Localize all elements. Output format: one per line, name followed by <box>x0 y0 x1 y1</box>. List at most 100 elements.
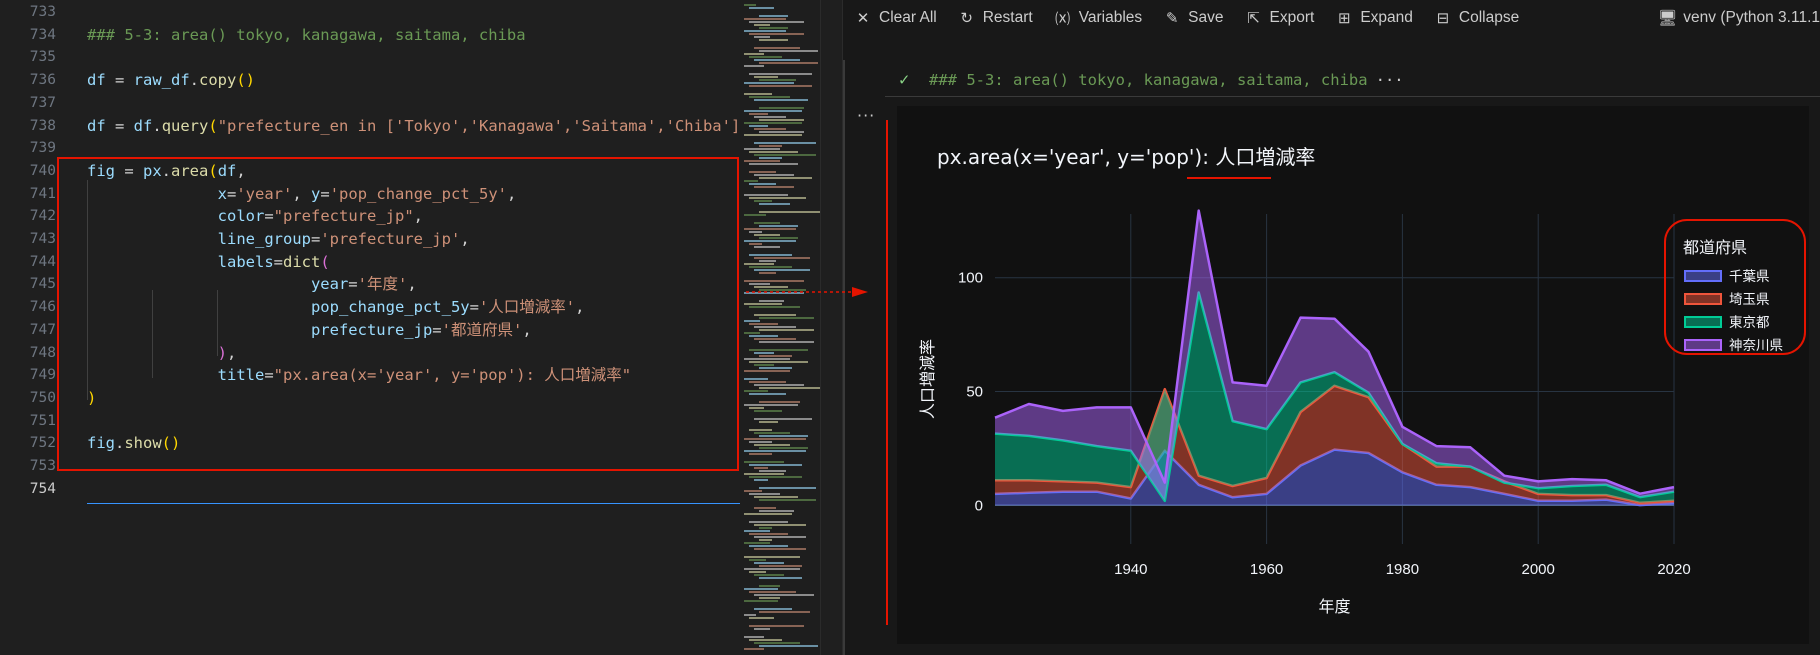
code-editor[interactable]: 733 734 735 736 737 738 739 740 741 742 743 744 745 7… <box>0 0 740 655</box>
kernel-picker[interactable]: 🖥 venv (Python 3.11.1 <box>1658 0 1820 36</box>
minimap-line <box>759 487 816 489</box>
minimap-line <box>754 562 784 564</box>
minimap-line <box>759 470 786 472</box>
line-number: 733 <box>29 4 56 20</box>
minimap-line <box>754 154 816 156</box>
minimap-line <box>754 432 790 434</box>
minimap-line <box>749 393 786 395</box>
legend-swatch[interactable] <box>1684 316 1722 328</box>
export-button[interactable]: ⇱ Export <box>1234 0 1325 36</box>
more-actions-icon[interactable]: ··· <box>857 106 875 125</box>
minimap-line <box>744 490 762 492</box>
y-tick-label: 0 <box>975 497 983 514</box>
minimap-line <box>759 119 804 121</box>
minimap-line <box>744 358 790 360</box>
minimap-line <box>759 577 802 579</box>
minimap-line <box>754 574 784 576</box>
minimap-line <box>744 18 786 20</box>
minimap-line <box>744 53 764 55</box>
minimap-line <box>749 476 802 478</box>
line-number: 734 <box>29 26 56 43</box>
current-line[interactable] <box>87 480 740 504</box>
minimap-line <box>759 157 782 159</box>
minimap-line <box>744 194 788 196</box>
code-line[interactable]: ### 5-3: area() tokyo, kanagawa, saitama… <box>87 24 526 46</box>
minimap-line <box>754 234 780 236</box>
line-number: 749 <box>29 367 56 384</box>
minimap-line <box>754 24 770 26</box>
minimap-line <box>744 438 806 440</box>
minimap-line <box>754 36 770 38</box>
minimap-line <box>754 128 786 130</box>
minimap-line <box>749 381 786 383</box>
cell-header[interactable]: ✓ ### 5-3: area() tokyo, kanagawa, saita… <box>899 64 1820 96</box>
line-number: 744 <box>29 253 56 270</box>
y-tick-label: 50 <box>966 384 983 401</box>
minimap-line <box>744 614 756 616</box>
minimap-line <box>744 404 798 406</box>
legend-item-label: 東京都 <box>1729 315 1770 331</box>
minimap-line <box>744 390 768 392</box>
plot-output[interactable]: 1940 1960 1980 2000 2020 0 50 100 px.area(x='yea… <box>897 106 1809 644</box>
minimap-line <box>754 608 792 610</box>
minimap-line <box>744 636 764 638</box>
minimap-line <box>754 364 774 366</box>
minimap-line <box>749 591 796 593</box>
save-button[interactable]: ✎ Save <box>1152 0 1233 36</box>
legend-swatch[interactable] <box>1684 339 1722 351</box>
minimap-line <box>744 65 764 67</box>
minimap-line <box>744 542 770 544</box>
panel-scrollbar[interactable] <box>843 60 845 655</box>
minimap-line <box>744 148 780 150</box>
expand-button[interactable]: ⊞ Expand <box>1324 0 1423 36</box>
variables-button[interactable]: ⒳ Variables <box>1043 0 1152 36</box>
chart-title: px.area(x='year', y='pop'): 人口増減率 <box>937 145 1315 169</box>
toolbar-button-label: Clear All <box>879 9 937 26</box>
area-chart[interactable]: 1940 1960 1980 2000 2020 0 50 100 px.area(x='yea… <box>897 106 1809 644</box>
legend-swatch[interactable] <box>1684 293 1722 305</box>
minimap-line <box>749 283 770 285</box>
minimap-line <box>744 122 802 124</box>
minimap-line <box>749 254 792 256</box>
toolbar-button-label: Variables <box>1078 9 1143 26</box>
minimap-line <box>749 453 772 455</box>
minimap-line <box>749 335 778 337</box>
code-line[interactable]: df = df.query("prefecture_en in ['Tokyo'… <box>87 115 740 137</box>
line-number: 753 <box>29 458 56 474</box>
variables-icon: ⒳ <box>1055 10 1071 28</box>
minimap-line <box>749 571 766 573</box>
minimap-line <box>759 510 794 512</box>
minimap-line <box>759 177 812 179</box>
minimap-line <box>744 303 782 305</box>
minimap-line <box>754 536 806 538</box>
minimap-line <box>759 597 780 599</box>
clear-all-button[interactable]: ✕ Clear All <box>843 0 947 36</box>
toolbar-button-label: Save <box>1188 9 1224 26</box>
minimap-line <box>754 246 780 248</box>
minimap-line <box>749 197 806 199</box>
minimap-line <box>759 79 796 81</box>
minimap-line <box>754 444 790 446</box>
minimap[interactable] <box>740 0 820 655</box>
minimap-line <box>749 243 762 245</box>
editor-scrollbar[interactable] <box>820 0 842 655</box>
collapse-button[interactable]: ⊟ Collapse <box>1423 0 1529 36</box>
line-number: 737 <box>29 94 56 111</box>
minimap-line <box>749 33 804 35</box>
code-line[interactable]: df = raw_df.copy() <box>87 69 255 91</box>
minimap-line <box>754 594 814 596</box>
minimap-line <box>759 611 810 613</box>
minimap-line <box>754 467 768 469</box>
line-number: 754 <box>29 480 56 497</box>
x-tick-label: 1980 <box>1386 561 1419 578</box>
minimap-line <box>754 174 794 176</box>
x-axis-label: 年度 <box>1318 597 1350 616</box>
minimap-line <box>749 625 804 627</box>
minimap-line <box>754 524 806 526</box>
restart-button[interactable]: ↻ Restart <box>947 0 1043 36</box>
x-tick-label: 2020 <box>1657 561 1690 578</box>
collapse-icon: ⊟ <box>1436 10 1450 27</box>
toolbar-button-label: Restart <box>982 9 1033 26</box>
legend-swatch[interactable] <box>1684 270 1722 282</box>
minimap-line <box>749 429 772 431</box>
